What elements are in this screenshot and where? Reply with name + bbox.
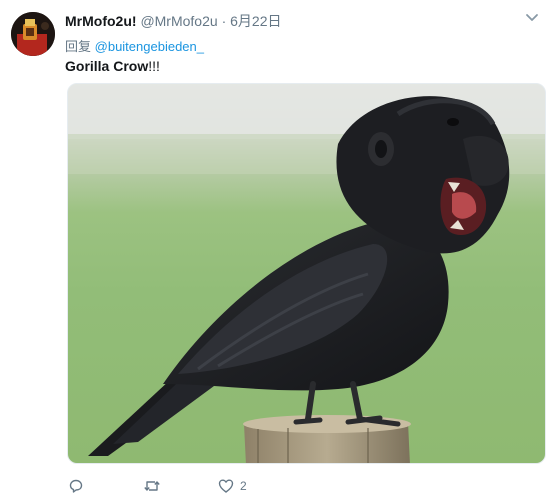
tweet-text-rest: !!! [148, 58, 160, 74]
avatar-image [11, 12, 55, 56]
tweet-text: Gorilla Crow!!! [65, 58, 160, 74]
like-button[interactable]: 2 [218, 478, 247, 494]
retweet-button[interactable] [143, 478, 167, 494]
tweet-text-bold: Gorilla Crow [65, 58, 149, 74]
reply-icon [69, 479, 83, 493]
user-handle[interactable]: @MrMofo2u [140, 13, 217, 29]
more-options-button[interactable] [522, 10, 542, 26]
reply-prefix: 回复 [65, 39, 92, 54]
retweet-icon [144, 481, 160, 491]
avatar[interactable] [11, 12, 55, 56]
reply-handle-link[interactable]: @buitengebieden_ [95, 39, 204, 54]
gorilla-crow-photo [68, 84, 545, 463]
tweet-actions: 2 [65, 478, 365, 494]
tweet-header: MrMofo2u! @MrMofo2u · 6月22日 [65, 11, 281, 31]
tweet-media[interactable] [67, 83, 546, 464]
reply-button[interactable] [68, 478, 90, 494]
header-separator: · [221, 13, 227, 29]
tweet-date[interactable]: 6月22日 [230, 13, 281, 29]
display-name[interactable]: MrMofo2u! [65, 13, 137, 29]
heart-icon [218, 479, 234, 493]
chevron-down-icon [526, 14, 538, 21]
reply-context: 回复 @buitengebieden_ [65, 36, 204, 55]
like-count: 2 [240, 479, 247, 493]
